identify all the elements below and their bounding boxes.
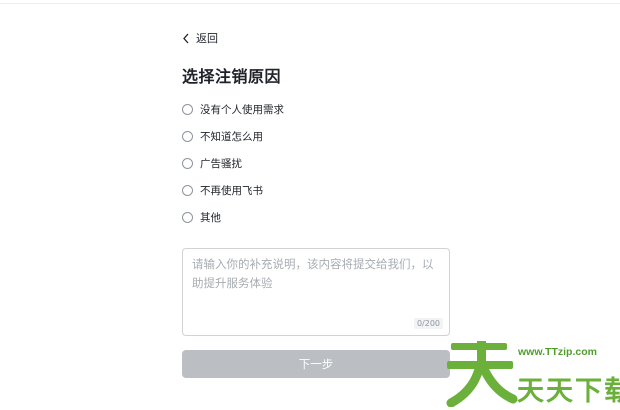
reason-label: 不知道怎么用 — [200, 131, 263, 143]
watermark-text: 天天下载 — [517, 376, 620, 407]
watermark-logo — [446, 341, 518, 407]
reason-label: 其他 — [200, 212, 221, 224]
next-button[interactable]: 下一步 — [182, 350, 450, 378]
radio-button[interactable] — [182, 185, 193, 196]
reason-label: 广告骚扰 — [200, 158, 242, 170]
reason-label: 没有个人使用需求 — [200, 104, 284, 116]
radio-button[interactable] — [182, 158, 193, 169]
reason-option[interactable]: 没有个人使用需求 — [182, 96, 450, 123]
reason-option[interactable]: 不再使用飞书 — [182, 177, 450, 204]
watermark-url: www.TTzip.com — [518, 346, 597, 358]
feedback-placeholder: 请输入你的补充说明，该内容将提交给我们，以助提升服务体验 — [192, 257, 434, 290]
reason-list: 没有个人使用需求 不知道怎么用 广告骚扰 不再使用飞书 其他 — [182, 96, 450, 231]
radio-button[interactable] — [182, 104, 193, 115]
reason-option[interactable]: 其他 — [182, 204, 450, 231]
watermark: www.TTzip.com 天天下载 — [445, 333, 620, 410]
feedback-textarea[interactable]: 请输入你的补充说明，该内容将提交给我们，以助提升服务体验 0/200 — [182, 248, 450, 336]
character-counter: 0/200 — [413, 318, 443, 329]
reason-option[interactable]: 不知道怎么用 — [182, 123, 450, 150]
radio-button[interactable] — [182, 131, 193, 142]
back-button[interactable]: 返回 — [182, 30, 218, 46]
page-title: 选择注销原因 — [182, 67, 282, 86]
radio-button[interactable] — [182, 212, 193, 223]
reason-option[interactable]: 广告骚扰 — [182, 150, 450, 177]
reason-label: 不再使用飞书 — [200, 185, 263, 197]
chevron-left-icon — [183, 33, 189, 43]
back-label: 返回 — [196, 32, 218, 45]
top-divider — [0, 3, 620, 4]
